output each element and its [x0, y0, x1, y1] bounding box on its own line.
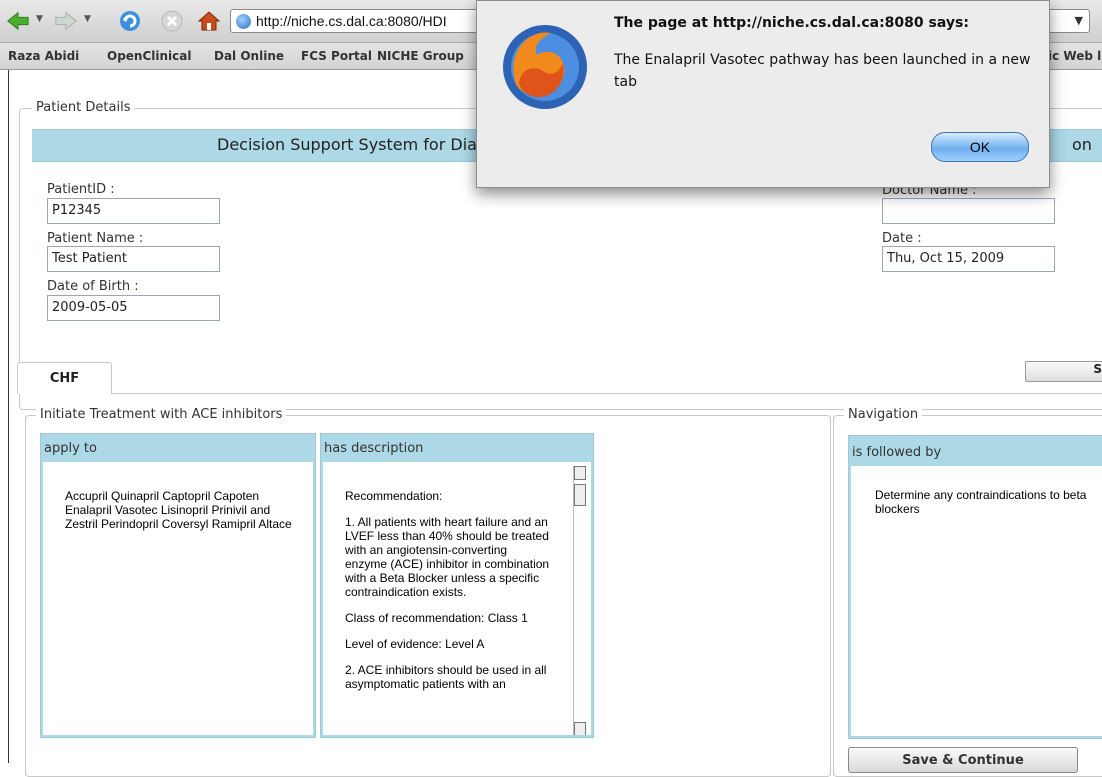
patient-id-field[interactable]: P12345 [47, 198, 220, 224]
bookmark-openclinical[interactable]: OpenClinical [107, 49, 192, 63]
system-title: Decision Support System for Dia [217, 135, 477, 154]
description-panel: has description Recommendation: 1. All p… [320, 433, 594, 738]
patient-id-label: PatientID : [47, 182, 115, 197]
apply-to-panel: apply to Accupril Quinapril Captopril Ca… [40, 433, 316, 738]
scroll-thumb[interactable] [574, 484, 586, 506]
scroll-up-button[interactable] [574, 466, 586, 480]
system-title-end: on [1072, 135, 1092, 154]
description-paragraph: 2. ACE inhibitors should be used in all … [345, 663, 547, 691]
scroll-down-button[interactable] [574, 722, 586, 735]
globe-icon [236, 14, 251, 29]
apply-to-body: Accupril Quinapril Captopril Capoten Ena… [43, 462, 313, 735]
treatment-legend: Initiate Treatment with ACE inhibitors [36, 407, 287, 422]
url-text: http://niche.cs.dal.ca:8080/HDI [256, 13, 447, 29]
date-label: Date : [882, 231, 922, 246]
back-dropdown-icon[interactable]: ▼ [36, 14, 43, 24]
alert-title: The page at http://niche.cs.dal.ca:8080 … [614, 15, 969, 31]
save-continue-button[interactable]: Save & Continue [848, 747, 1078, 773]
followed-by-header: is followed by [852, 445, 942, 460]
url-dropdown-icon[interactable]: ▼ [1075, 14, 1083, 27]
followed-by-text: Determine any contraindications to beta … [875, 488, 1087, 516]
dob-label: Date of Birth : [47, 279, 139, 294]
description-scrollbar[interactable] [573, 466, 586, 735]
description-paragraph: 1. All patients with heart failure and a… [345, 515, 550, 599]
bookmark-fcs-portal[interactable]: FCS Portal [301, 49, 372, 63]
alert-message: The Enalapril Vasotec pathway has been l… [614, 52, 1031, 90]
followed-by-body: Determine any contraindications to beta … [851, 466, 1102, 736]
navigation-section: Navigation is followed by Determine any … [833, 407, 1102, 777]
description-body: Recommendation: 1. All patients with hea… [323, 462, 591, 735]
treatment-section: Initiate Treatment with ACE inhibitors a… [25, 407, 831, 777]
doctor-name-field[interactable] [882, 198, 1055, 224]
dob-field[interactable]: 2009-05-05 [47, 295, 220, 321]
alert-dialog: The page at http://niche.cs.dal.ca:8080 … [476, 0, 1050, 188]
bookmark-raza-abidi[interactable]: Raza Abidi [8, 49, 79, 63]
forward-dropdown-icon[interactable]: ▼ [84, 14, 91, 24]
top-right-button[interactable]: S [1025, 361, 1102, 382]
tab-strip: CHF [17, 362, 1102, 394]
ok-button[interactable]: OK [931, 132, 1029, 162]
stop-icon[interactable] [160, 9, 184, 33]
description-paragraph: Level of evidence: Level A [345, 637, 485, 651]
description-paragraph: Class of recommendation: Class 1 [345, 611, 528, 625]
description-text: Recommendation: 1. All patients with hea… [345, 489, 551, 703]
navigation-legend: Navigation [844, 407, 923, 422]
description-header: has description [324, 441, 424, 456]
firefox-logo-icon [499, 21, 591, 117]
back-arrow-icon[interactable] [6, 9, 30, 33]
apply-to-text: Accupril Quinapril Captopril Capoten Ena… [65, 489, 292, 531]
patient-details-legend: Patient Details [32, 100, 135, 115]
forward-arrow-icon[interactable] [54, 9, 78, 33]
description-paragraph: Recommendation: [345, 489, 443, 503]
bookmark-dal-online[interactable]: Dal Online [214, 49, 284, 63]
apply-to-header: apply to [44, 441, 97, 456]
followed-by-panel: is followed by Determine any contraindic… [848, 435, 1102, 739]
reload-icon[interactable] [118, 9, 142, 33]
patient-name-field[interactable]: Test Patient [47, 246, 220, 272]
date-field[interactable]: Thu, Oct 15, 2009 [882, 246, 1055, 272]
bookmark-semantic-web[interactable]: ic Web l [1048, 49, 1101, 63]
bookmark-niche-group[interactable]: NICHE Group [377, 49, 464, 63]
tab-chf[interactable]: CHF [17, 362, 112, 394]
home-icon[interactable] [197, 9, 221, 33]
patient-name-label: Patient Name : [47, 231, 144, 246]
